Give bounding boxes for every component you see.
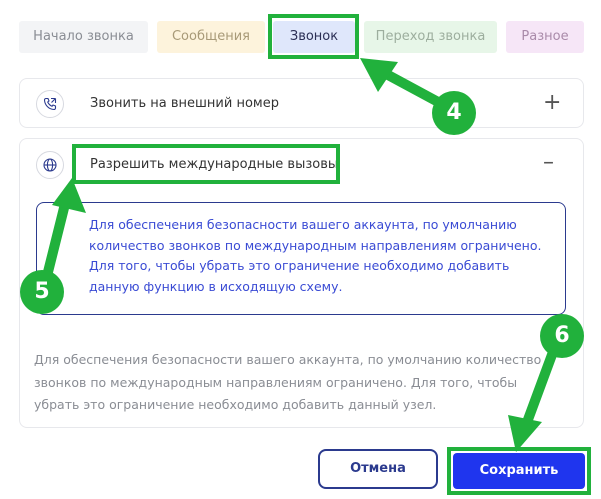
info-notice-text: Для обеспечения безопасности вашего акка… bbox=[89, 217, 542, 294]
collapse-minus-icon[interactable]: – bbox=[543, 152, 554, 174]
tab-call-start[interactable]: Начало звонка bbox=[19, 21, 148, 53]
external-number-section[interactable]: Звонить на внешний номер + bbox=[19, 78, 584, 128]
info-notice: Для обеспечения безопасности вашего акка… bbox=[36, 202, 566, 315]
international-label-highlight bbox=[72, 144, 340, 184]
tab-call-highlight bbox=[268, 14, 359, 59]
tab-misc[interactable]: Разное bbox=[506, 21, 584, 53]
phone-icon bbox=[36, 90, 64, 118]
step-badge-4: 4 bbox=[432, 91, 476, 135]
section-description: Для обеспечения безопасности вашего акка… bbox=[34, 352, 542, 412]
tab-call-transfer[interactable]: Переход звонка bbox=[364, 21, 497, 53]
globe-icon bbox=[36, 151, 64, 179]
step-badge-6: 6 bbox=[540, 314, 584, 358]
expand-plus-icon[interactable]: + bbox=[543, 92, 561, 114]
external-number-label: Звонить на внешний номер bbox=[90, 96, 279, 111]
cancel-button[interactable]: Отмена bbox=[318, 449, 438, 489]
step-badge-5: 5 bbox=[20, 270, 64, 314]
tab-messages[interactable]: Сообщения bbox=[157, 21, 265, 53]
save-button[interactable]: Сохранить bbox=[453, 453, 585, 489]
